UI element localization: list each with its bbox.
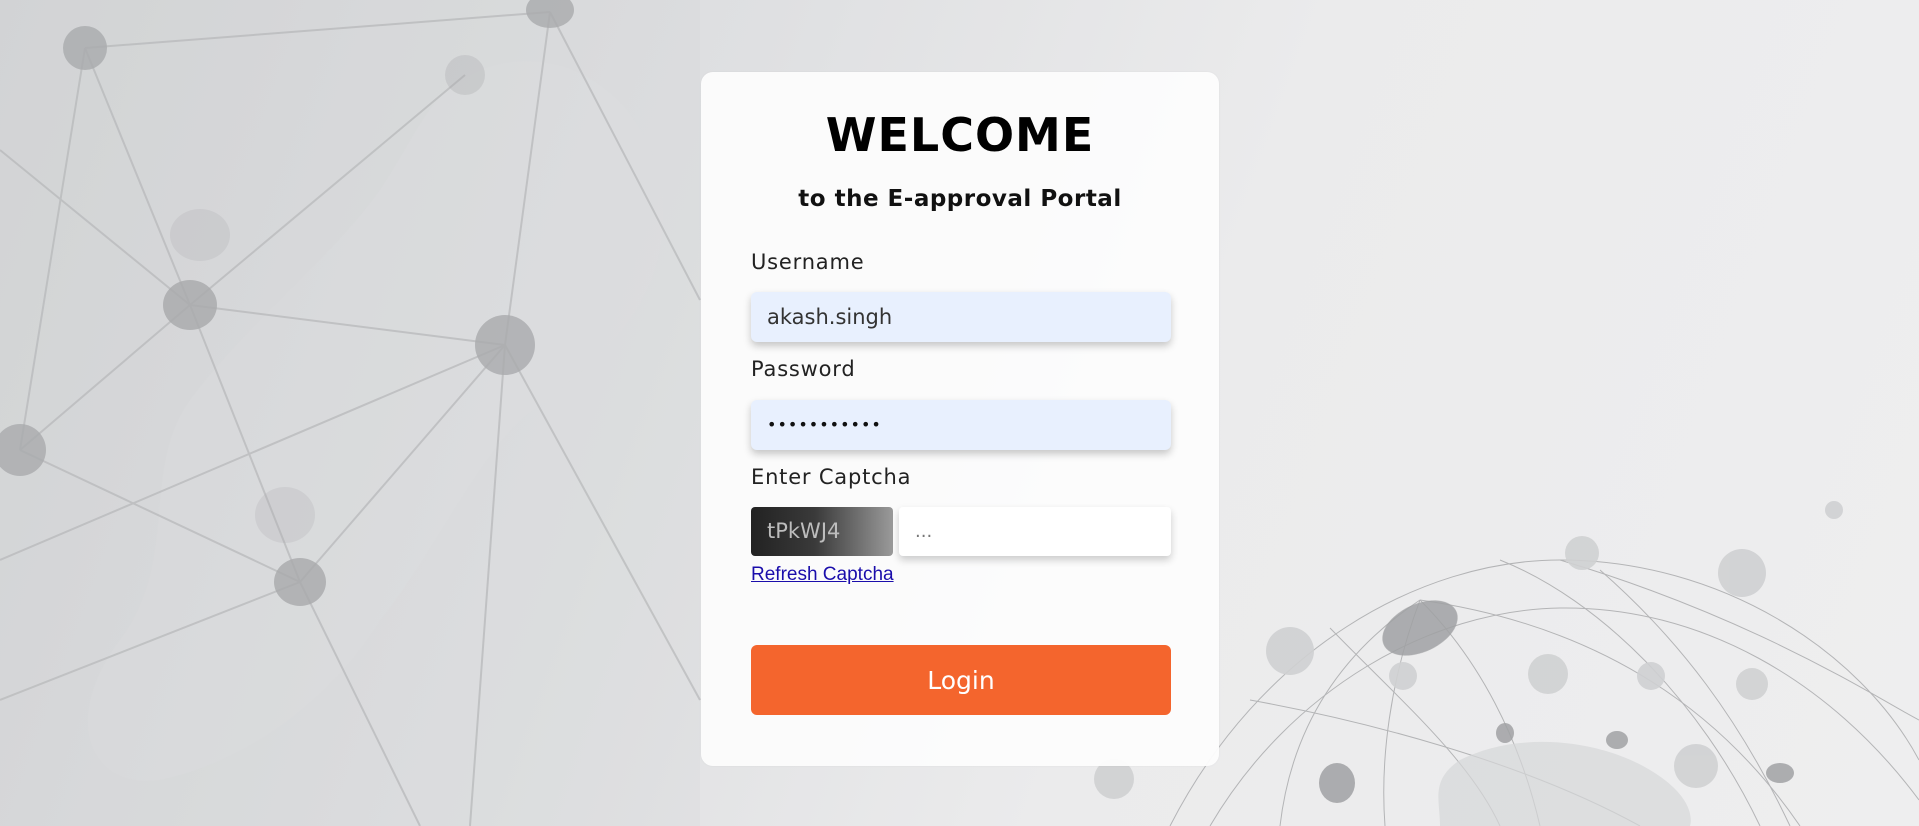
captcha-image: tPkWJ4 — [751, 507, 893, 556]
captcha-input[interactable] — [899, 507, 1171, 556]
login-button[interactable]: Login — [751, 645, 1171, 715]
login-card: WELCOME to the E-approval Portal Usernam… — [701, 72, 1219, 766]
password-input[interactable]: ••••••••••• — [751, 400, 1171, 450]
username-input[interactable] — [751, 292, 1171, 342]
password-label: Password — [751, 357, 856, 381]
captcha-label: Enter Captcha — [751, 465, 912, 489]
page-subtitle: to the E-approval Portal — [798, 186, 1122, 212]
page-title: WELCOME — [825, 108, 1095, 162]
refresh-captcha-link[interactable]: Refresh Captcha — [751, 564, 894, 586]
username-label: Username — [751, 250, 865, 274]
